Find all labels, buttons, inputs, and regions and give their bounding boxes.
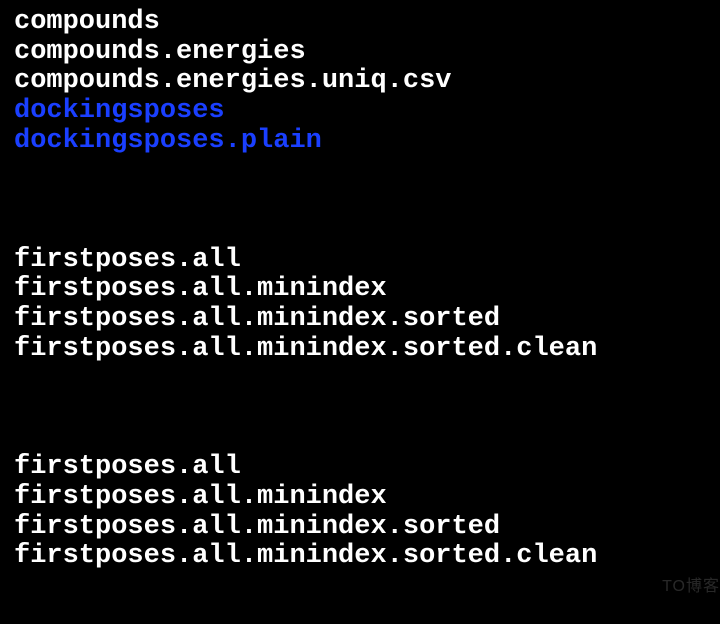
blank-line xyxy=(14,424,706,454)
file-entry: firstposes.all.minindex xyxy=(14,483,706,513)
blank-line xyxy=(14,216,706,246)
directory-entry: dockingsposes.plain xyxy=(14,127,706,157)
terminal-output: compounds compounds.energies compounds.e… xyxy=(14,8,706,572)
file-entry: firstposes.all.minindex.sorted xyxy=(14,305,706,335)
blank-line xyxy=(14,186,706,216)
file-entry: compounds.energies xyxy=(14,38,706,68)
file-entry: firstposes.all.minindex.sorted.clean xyxy=(14,542,706,572)
file-entry: firstposes.all.minindex.sorted xyxy=(14,513,706,543)
file-entry: firstposes.all.minindex xyxy=(14,275,706,305)
file-entry: compounds.energies.uniq.csv xyxy=(14,67,706,97)
watermark: TO博客 xyxy=(662,578,720,596)
directory-entry: dockingsposes xyxy=(14,97,706,127)
file-entry: firstposes.all xyxy=(14,246,706,276)
blank-line xyxy=(14,364,706,394)
file-entry: compounds xyxy=(14,8,706,38)
file-entry: firstposes.all xyxy=(14,453,706,483)
blank-line xyxy=(14,394,706,424)
file-entry: firstposes.all.minindex.sorted.clean xyxy=(14,335,706,365)
blank-line xyxy=(14,156,706,186)
